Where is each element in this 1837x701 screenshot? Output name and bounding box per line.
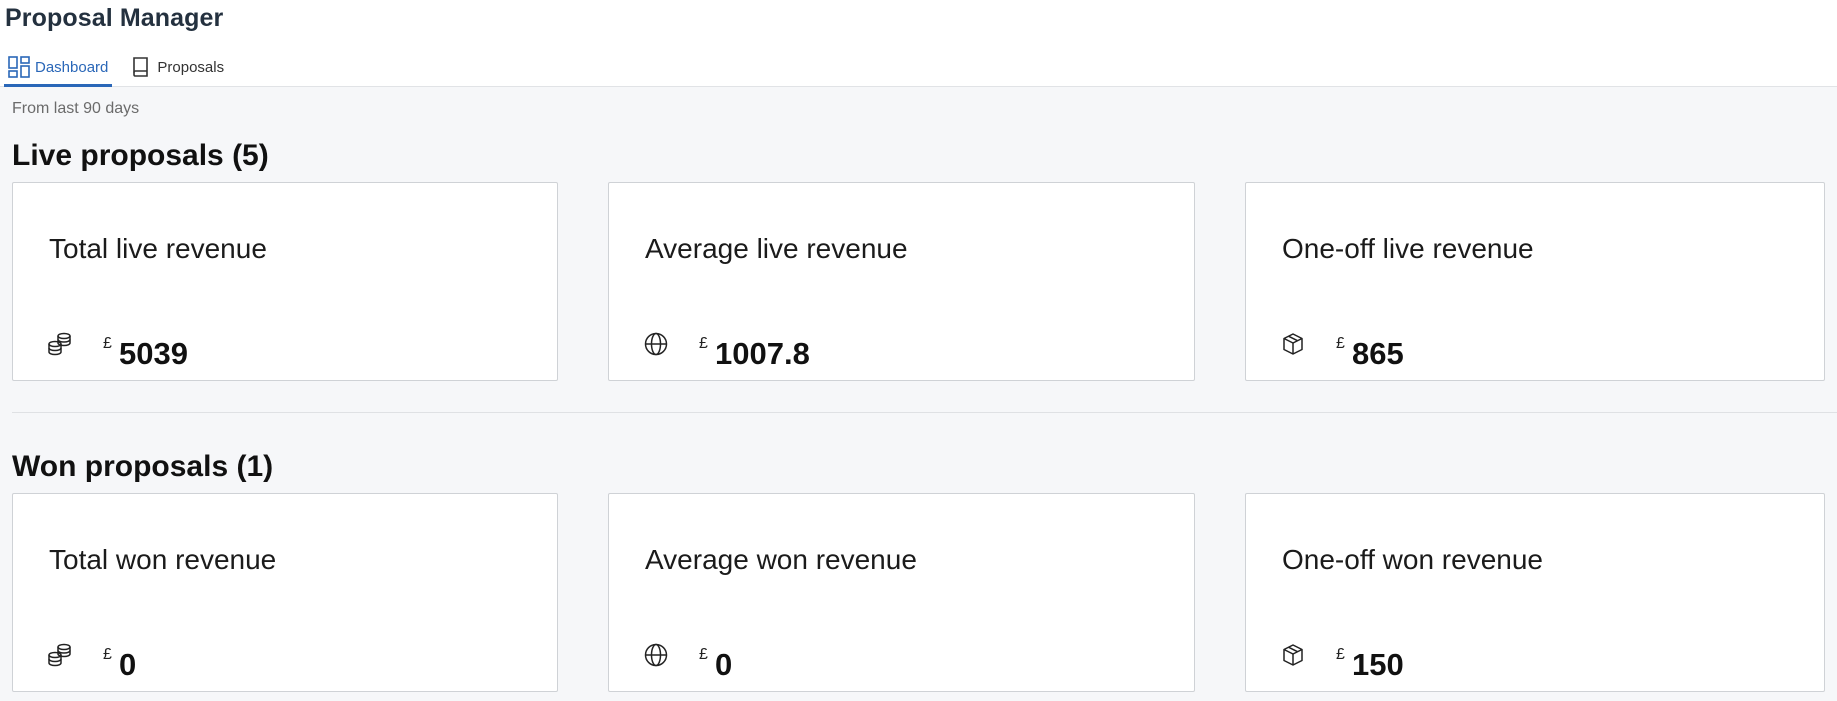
card-title: Average won revenue xyxy=(645,544,917,575)
book-icon xyxy=(129,55,153,79)
card-one-off-live-revenue: One-off live revenue £ 865 xyxy=(1245,182,1825,381)
card-average-live-revenue: Average live revenue £ 1007.8 xyxy=(608,182,1195,381)
card-title: One-off won revenue xyxy=(1282,544,1543,575)
app-title: Proposal Manager xyxy=(5,4,224,32)
box-icon xyxy=(1280,642,1306,668)
tab-dashboard-label: Dashboard xyxy=(35,58,109,76)
card-value: 0 xyxy=(715,647,733,682)
live-proposals-title: Live proposals (5) xyxy=(12,139,269,172)
card-value: 5039 xyxy=(119,336,188,371)
currency-symbol: £ xyxy=(1336,646,1345,663)
card-title: Total won revenue xyxy=(49,544,277,575)
period-label: From last 90 days xyxy=(12,100,140,117)
globe-icon xyxy=(643,331,669,357)
app-header: Proposal Manager Dashboard Proposals xyxy=(0,0,1837,88)
card-value: 865 xyxy=(1352,336,1404,371)
card-total-live-revenue: Total live revenue £ 5039 xyxy=(12,182,558,381)
currency-symbol: £ xyxy=(103,335,112,352)
currency-symbol: £ xyxy=(103,646,112,663)
card-value: 0 xyxy=(119,647,137,682)
box-icon xyxy=(1280,331,1306,357)
coins-icon xyxy=(47,331,73,357)
card-total-won-revenue: Total won revenue £ 0 xyxy=(12,493,558,692)
card-value: 150 xyxy=(1352,647,1404,682)
card-average-won-revenue: Average won revenue £ 0 xyxy=(608,493,1195,692)
card-title: Average live revenue xyxy=(645,233,908,264)
tab-proposals-label: Proposals xyxy=(157,58,225,76)
tab-dashboard[interactable]: Dashboard xyxy=(4,50,113,88)
card-one-off-won-revenue: One-off won revenue £ 150 xyxy=(1245,493,1825,692)
dashboard-icon xyxy=(7,55,31,79)
card-title: One-off live revenue xyxy=(1282,233,1534,264)
tab-proposals[interactable]: Proposals xyxy=(126,50,228,88)
currency-symbol: £ xyxy=(699,646,708,663)
section-divider xyxy=(12,412,1837,413)
card-value: 1007.8 xyxy=(715,336,810,371)
currency-symbol: £ xyxy=(1336,335,1345,352)
tab-bar: Dashboard Proposals xyxy=(4,50,242,88)
won-proposals-title: Won proposals (1) xyxy=(12,450,274,483)
dashboard-content: From last 90 days Live proposals (5) Tot… xyxy=(0,87,1837,701)
card-title: Total live revenue xyxy=(49,233,267,264)
coins-icon xyxy=(47,642,73,668)
globe-icon xyxy=(643,642,669,668)
currency-symbol: £ xyxy=(699,335,708,352)
